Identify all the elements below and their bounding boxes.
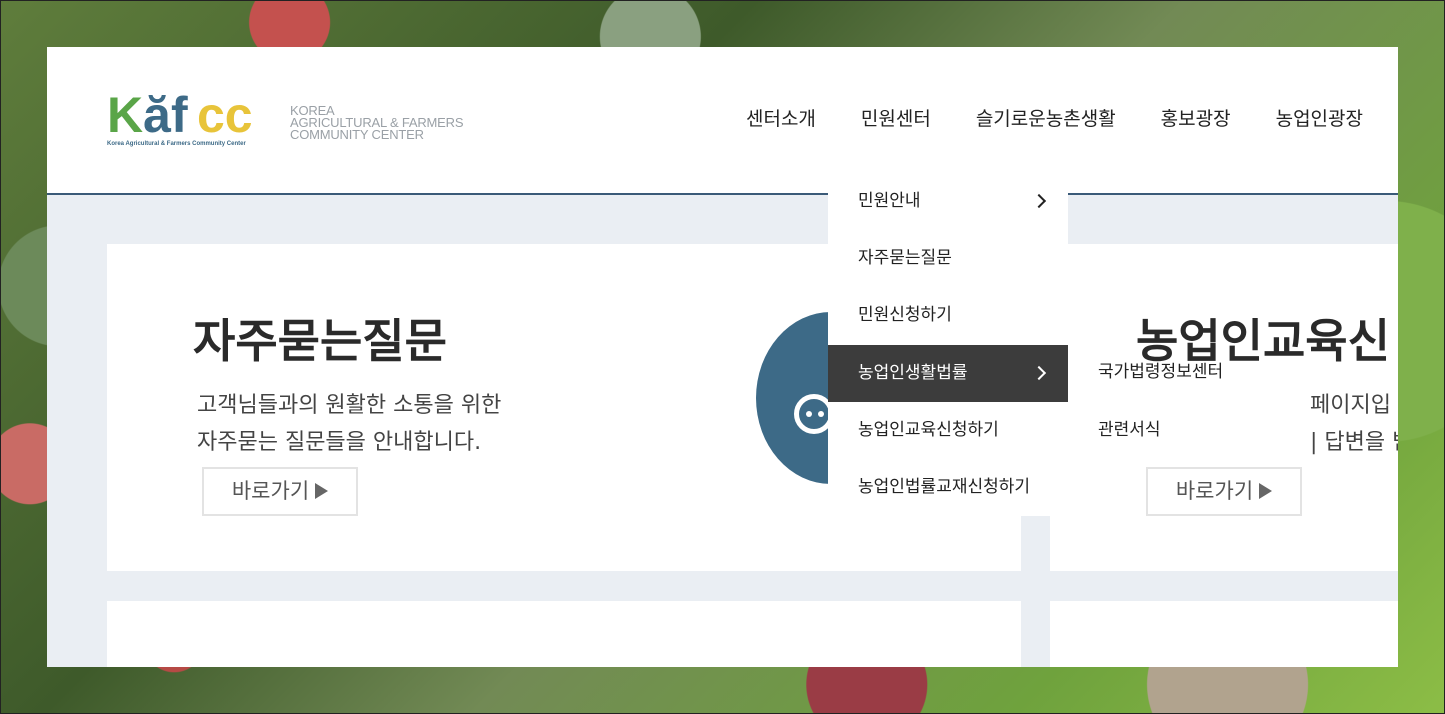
- logo-text: KOREA AGRICULTURAL & FARMERS COMMUNITY C…: [290, 104, 463, 142]
- dropdown-item-label: 농업인교육신청하기: [858, 420, 999, 440]
- civil-center-dropdown: 민원안내 자주묻는질문 민원신청하기 농업인생활법률 농업인교육신청하기 농업인…: [828, 173, 1068, 516]
- dropdown-item-civil-guide[interactable]: 민원안내: [828, 173, 1068, 230]
- dropdown-item-faq[interactable]: 자주묻는질문: [828, 230, 1068, 287]
- dropdown-item-law-textbook-apply[interactable]: 농업인법률교재신청하기: [828, 459, 1068, 516]
- submenu-item-national-law-center[interactable]: 국가법령정보센터: [1098, 360, 1223, 384]
- dropdown-item-label: 농업인생활법률: [858, 363, 968, 383]
- chevron-right-icon: [1031, 193, 1047, 209]
- dropdown-item-civil-apply[interactable]: 민원신청하기: [828, 287, 1068, 344]
- nav-item-farmers-plaza[interactable]: 농업인광장: [1276, 107, 1363, 131]
- education-desc-line: 페이지입: [1310, 393, 1391, 418]
- nav-item-civil-center[interactable]: 민원센터: [861, 107, 931, 131]
- dropdown-item-label: 민원신청하기: [858, 305, 952, 325]
- page-frame: K ă f cc Korea Agricultural & Farmers Co…: [47, 47, 1398, 667]
- education-card-description: 페이지입 | 답변을 빋: [1310, 387, 1398, 461]
- education-go-button[interactable]: 바로가기: [1146, 467, 1302, 516]
- play-arrow-icon: [315, 482, 329, 499]
- faq-go-button[interactable]: 바로가기: [202, 467, 358, 516]
- logo-letters-cc: cc: [197, 87, 253, 143]
- nav-item-promotion[interactable]: 홍보광장: [1161, 107, 1231, 131]
- education-desc-line: | 답변을 빋: [1310, 430, 1398, 455]
- site-header: K ă f cc Korea Agricultural & Farmers Co…: [47, 47, 1398, 195]
- submenu-item-related-forms[interactable]: 관련서식: [1098, 418, 1161, 442]
- logo-tagline: Korea Agricultural & Farmers Community C…: [107, 141, 246, 147]
- logo-mark: K ă f cc Korea Agricultural & Farmers Co…: [107, 89, 277, 149]
- faq-go-label: 바로가기: [231, 479, 310, 503]
- play-arrow-icon: [1259, 482, 1273, 499]
- faq-card-description: 고객님들과의 원활한 소통을 위한 자주묻는 질문들을 안내합니다.: [197, 387, 501, 461]
- faq-desc-line: 자주묻는 질문들을 안내합니다.: [197, 430, 482, 455]
- logo-letter-f: f: [171, 87, 188, 143]
- content-card-bottom-right: [1050, 601, 1398, 667]
- content-card-bottom-left: [107, 601, 1021, 667]
- faq-card-title: 자주묻는질문: [193, 314, 447, 368]
- dropdown-item-label: 자주묻는질문: [858, 248, 952, 268]
- logo-letter-k: K: [107, 87, 144, 143]
- logo-letter-a: ă: [143, 87, 171, 143]
- dropdown-item-label: 농업인법률교재신청하기: [858, 477, 1031, 497]
- faq-desc-line: 고객님들과의 원활한 소통을 위한: [197, 393, 502, 418]
- education-go-label: 바로가기: [1175, 479, 1254, 503]
- nav-item-rural-life[interactable]: 슬기로운농촌생활: [976, 107, 1116, 131]
- site-logo[interactable]: K ă f cc Korea Agricultural & Farmers Co…: [107, 89, 487, 153]
- main-nav: 센터소개 민원센터 슬기로운농촌생활 홍보광장 농업인광장: [746, 107, 1363, 131]
- dropdown-item-label: 민원안내: [858, 191, 921, 211]
- dropdown-item-farmer-law[interactable]: 농업인생활법률: [828, 345, 1068, 402]
- logo-text-line: COMMUNITY CENTER: [290, 127, 424, 142]
- chevron-right-icon: [1031, 365, 1047, 381]
- nav-item-center-intro[interactable]: 센터소개: [746, 107, 816, 131]
- education-card: 농업인교육신 페이지입 | 답변을 빋 바로가기: [1050, 244, 1398, 571]
- dropdown-item-education-apply[interactable]: 농업인교육신청하기: [828, 402, 1068, 459]
